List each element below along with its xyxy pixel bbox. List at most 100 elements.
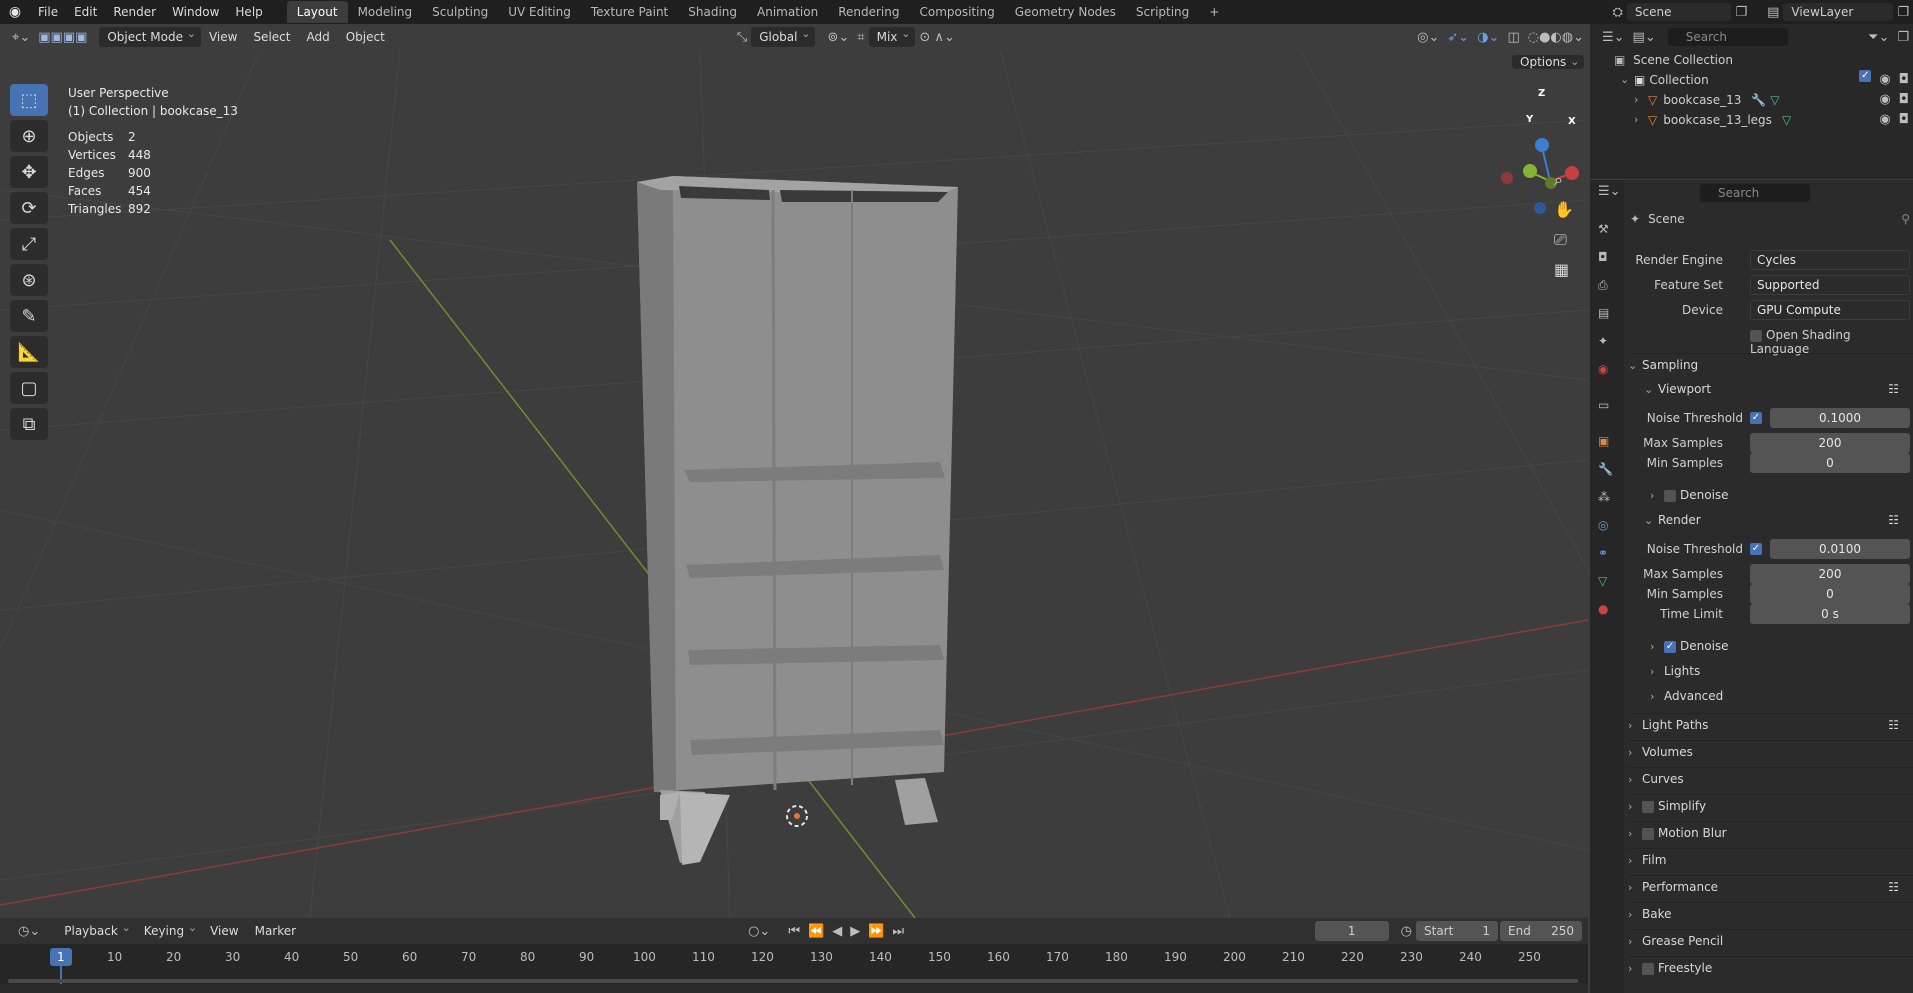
proportional-edit-icon[interactable]: ⊙ ∧⌄ xyxy=(915,30,958,45)
physics-tab-icon[interactable]: ◎ xyxy=(1598,518,1608,532)
editor-type-icon[interactable]: ⌖⌄ xyxy=(8,30,34,45)
bake-panel[interactable]: › Bake xyxy=(1628,902,1913,924)
camera-icon[interactable]: ◘ xyxy=(1895,90,1913,110)
feature-set-dropdown[interactable]: Supported xyxy=(1750,275,1910,295)
keying-menu[interactable]: Keying xyxy=(136,918,202,941)
measure-tool-icon[interactable]: 📐 xyxy=(10,336,48,368)
simplify-panel[interactable]: › Simplify xyxy=(1628,794,1913,816)
tab-geometry-nodes[interactable]: Geometry Nodes xyxy=(1005,1,1126,23)
menu-file[interactable]: File xyxy=(30,0,66,24)
camera-view-icon[interactable]: ⎚ xyxy=(1554,230,1574,260)
performance-panel[interactable]: › Performance ☷ xyxy=(1628,875,1913,897)
tool-tab-icon[interactable]: ⚒ xyxy=(1598,222,1609,236)
render-subpanel-header[interactable]: ⌄ Render ☷ xyxy=(1644,509,1913,531)
vp-noise-threshold-field[interactable]: 0.1000 xyxy=(1770,408,1910,428)
freestyle-panel[interactable]: › Freestyle xyxy=(1628,956,1913,978)
pin-icon[interactable]: ⚲ xyxy=(1901,212,1910,226)
menu-view[interactable]: View xyxy=(201,26,245,48)
annotate-tool-icon[interactable]: ✎ xyxy=(10,300,48,332)
osl-row[interactable]: Open Shading Language xyxy=(1590,325,1913,356)
start-frame-field[interactable]: Start 1 xyxy=(1416,921,1498,941)
preview-range-icon[interactable]: ◷ xyxy=(1397,924,1416,939)
timeline-view-menu[interactable]: View xyxy=(202,920,246,942)
outliner-editor-icon[interactable]: ☰⌄ xyxy=(1598,30,1629,45)
scene-collection-row[interactable]: ▣ Scene Collection xyxy=(1590,50,1913,70)
scene-icon[interactable]: ⛭ xyxy=(1608,5,1626,20)
play-icon[interactable]: ▶ xyxy=(846,924,864,939)
osl-checkbox[interactable] xyxy=(1750,329,1762,342)
jump-start-icon[interactable]: ⏮ xyxy=(784,924,804,939)
view-layer-icon[interactable]: ▤ xyxy=(1763,5,1783,20)
next-keyframe-icon[interactable]: ⏩ xyxy=(864,924,888,939)
options-dropdown[interactable]: Options xyxy=(1512,55,1585,69)
menu-edit[interactable]: Edit xyxy=(66,0,105,24)
r-noise-threshold-field[interactable]: 0.0100 xyxy=(1770,539,1910,559)
tab-sculpting[interactable]: Sculpting xyxy=(422,1,498,23)
eye-icon[interactable]: ◉ xyxy=(1875,70,1894,90)
tab-modeling[interactable]: Modeling xyxy=(348,1,423,23)
r-min-samples-field[interactable]: 0 xyxy=(1750,584,1910,604)
tab-texture-paint[interactable]: Texture Paint xyxy=(581,1,678,23)
shading-modes-icon[interactable]: ◌●◐◍⌄ xyxy=(1524,30,1588,45)
object-mode-dropdown[interactable]: Object Mode xyxy=(99,24,201,47)
cursor-tool-icon[interactable]: ⊕ xyxy=(10,120,48,152)
new-collection-icon[interactable]: ❐ xyxy=(1893,30,1913,45)
move-tool-icon[interactable]: ✥ xyxy=(10,156,48,188)
scale-tool-icon[interactable]: ⤢ xyxy=(10,228,48,260)
expand-chevron-icon[interactable]: › xyxy=(1634,90,1648,110)
playback-menu[interactable]: Playback xyxy=(56,918,136,941)
r-time-limit-field[interactable]: 0 s xyxy=(1750,604,1910,624)
render-engine-dropdown[interactable]: Cycles xyxy=(1750,250,1910,270)
collection-exclude-checkbox[interactable]: ✓ xyxy=(1859,70,1872,82)
display-mode-icon[interactable]: ▤⌄ xyxy=(1629,30,1660,45)
menu-select[interactable]: Select xyxy=(245,26,298,48)
3d-viewport[interactable]: Z X Y ⌕ ✋ ⎚ ▦ Options xyxy=(0,50,1588,918)
add-cube-tool-icon[interactable]: ▢ xyxy=(10,372,48,404)
sampling-panel-header[interactable]: ⌄ Sampling xyxy=(1628,353,1913,375)
snap-icon[interactable]: ⌗ xyxy=(853,30,868,45)
vp-max-samples-field[interactable]: 200 xyxy=(1750,433,1910,453)
rotate-tool-icon[interactable]: ⟳ xyxy=(10,192,48,224)
add-workspace-button[interactable]: + xyxy=(1199,1,1229,23)
xray-icon[interactable]: ◫ xyxy=(1503,30,1523,45)
visibility-icon[interactable]: ◎⌄ xyxy=(1413,30,1443,45)
tab-animation[interactable]: Animation xyxy=(747,1,828,23)
tab-shading[interactable]: Shading xyxy=(678,1,747,23)
simplify-checkbox[interactable] xyxy=(1642,800,1654,813)
particles-tab-icon[interactable]: ⁂ xyxy=(1598,490,1610,504)
eye-icon[interactable]: ◉ xyxy=(1875,90,1894,110)
new-view-layer-icon[interactable]: ❐ xyxy=(1893,5,1913,20)
pivot-icon[interactable]: ⊚⌄ xyxy=(823,30,853,45)
prev-keyframe-icon[interactable]: ⏪ xyxy=(804,924,828,939)
vp-denoise-subpanel[interactable]: › Denoise xyxy=(1650,484,1913,506)
advanced-subpanel[interactable]: › Advanced xyxy=(1650,685,1913,707)
menu-add[interactable]: Add xyxy=(298,26,337,48)
vp-denoise-checkbox[interactable] xyxy=(1664,489,1676,502)
timeline-scrollbar[interactable] xyxy=(8,979,1578,983)
end-frame-field[interactable]: End 250 xyxy=(1500,921,1582,941)
scene-selector[interactable]: Scene xyxy=(1626,3,1732,21)
snap-mix-dropdown[interactable]: Mix xyxy=(868,24,916,47)
tab-compositing[interactable]: Compositing xyxy=(909,1,1004,23)
add-object-tool-icon[interactable]: ⧉ xyxy=(10,408,48,440)
expand-chevron-icon[interactable]: ⌄ xyxy=(1620,70,1634,90)
jump-end-icon[interactable]: ⏭ xyxy=(888,924,908,939)
light-paths-panel[interactable]: › Light Paths ☷ xyxy=(1628,713,1913,735)
bookcase-model[interactable] xyxy=(637,176,958,865)
zoom-icon[interactable]: ⌕ xyxy=(1554,170,1574,200)
freestyle-checkbox[interactable] xyxy=(1642,962,1654,975)
menu-window[interactable]: Window xyxy=(164,0,227,24)
auto-keying-icon[interactable]: ○⌄ xyxy=(744,924,774,939)
r-denoise-checkbox[interactable]: ✓ xyxy=(1664,640,1676,653)
new-scene-icon[interactable]: ❐ xyxy=(1731,5,1751,20)
menu-help[interactable]: Help xyxy=(227,0,270,24)
blender-logo-icon[interactable]: ◉ xyxy=(0,4,30,20)
outliner-search-input[interactable]: Search xyxy=(1667,28,1788,46)
outliner-object-row[interactable]: › ▽ bookcase_13 🔧 ▽ ◉ ◘ xyxy=(1590,90,1913,110)
view-layer-selector[interactable]: ViewLayer xyxy=(1783,3,1894,21)
r-denoise-subpanel[interactable]: › ✓ Denoise xyxy=(1650,635,1913,657)
marker-menu[interactable]: Marker xyxy=(247,920,304,942)
eye-icon[interactable]: ◉ xyxy=(1875,110,1894,130)
volumes-panel[interactable]: › Volumes xyxy=(1628,740,1913,762)
pan-hand-icon[interactable]: ✋ xyxy=(1554,200,1574,230)
